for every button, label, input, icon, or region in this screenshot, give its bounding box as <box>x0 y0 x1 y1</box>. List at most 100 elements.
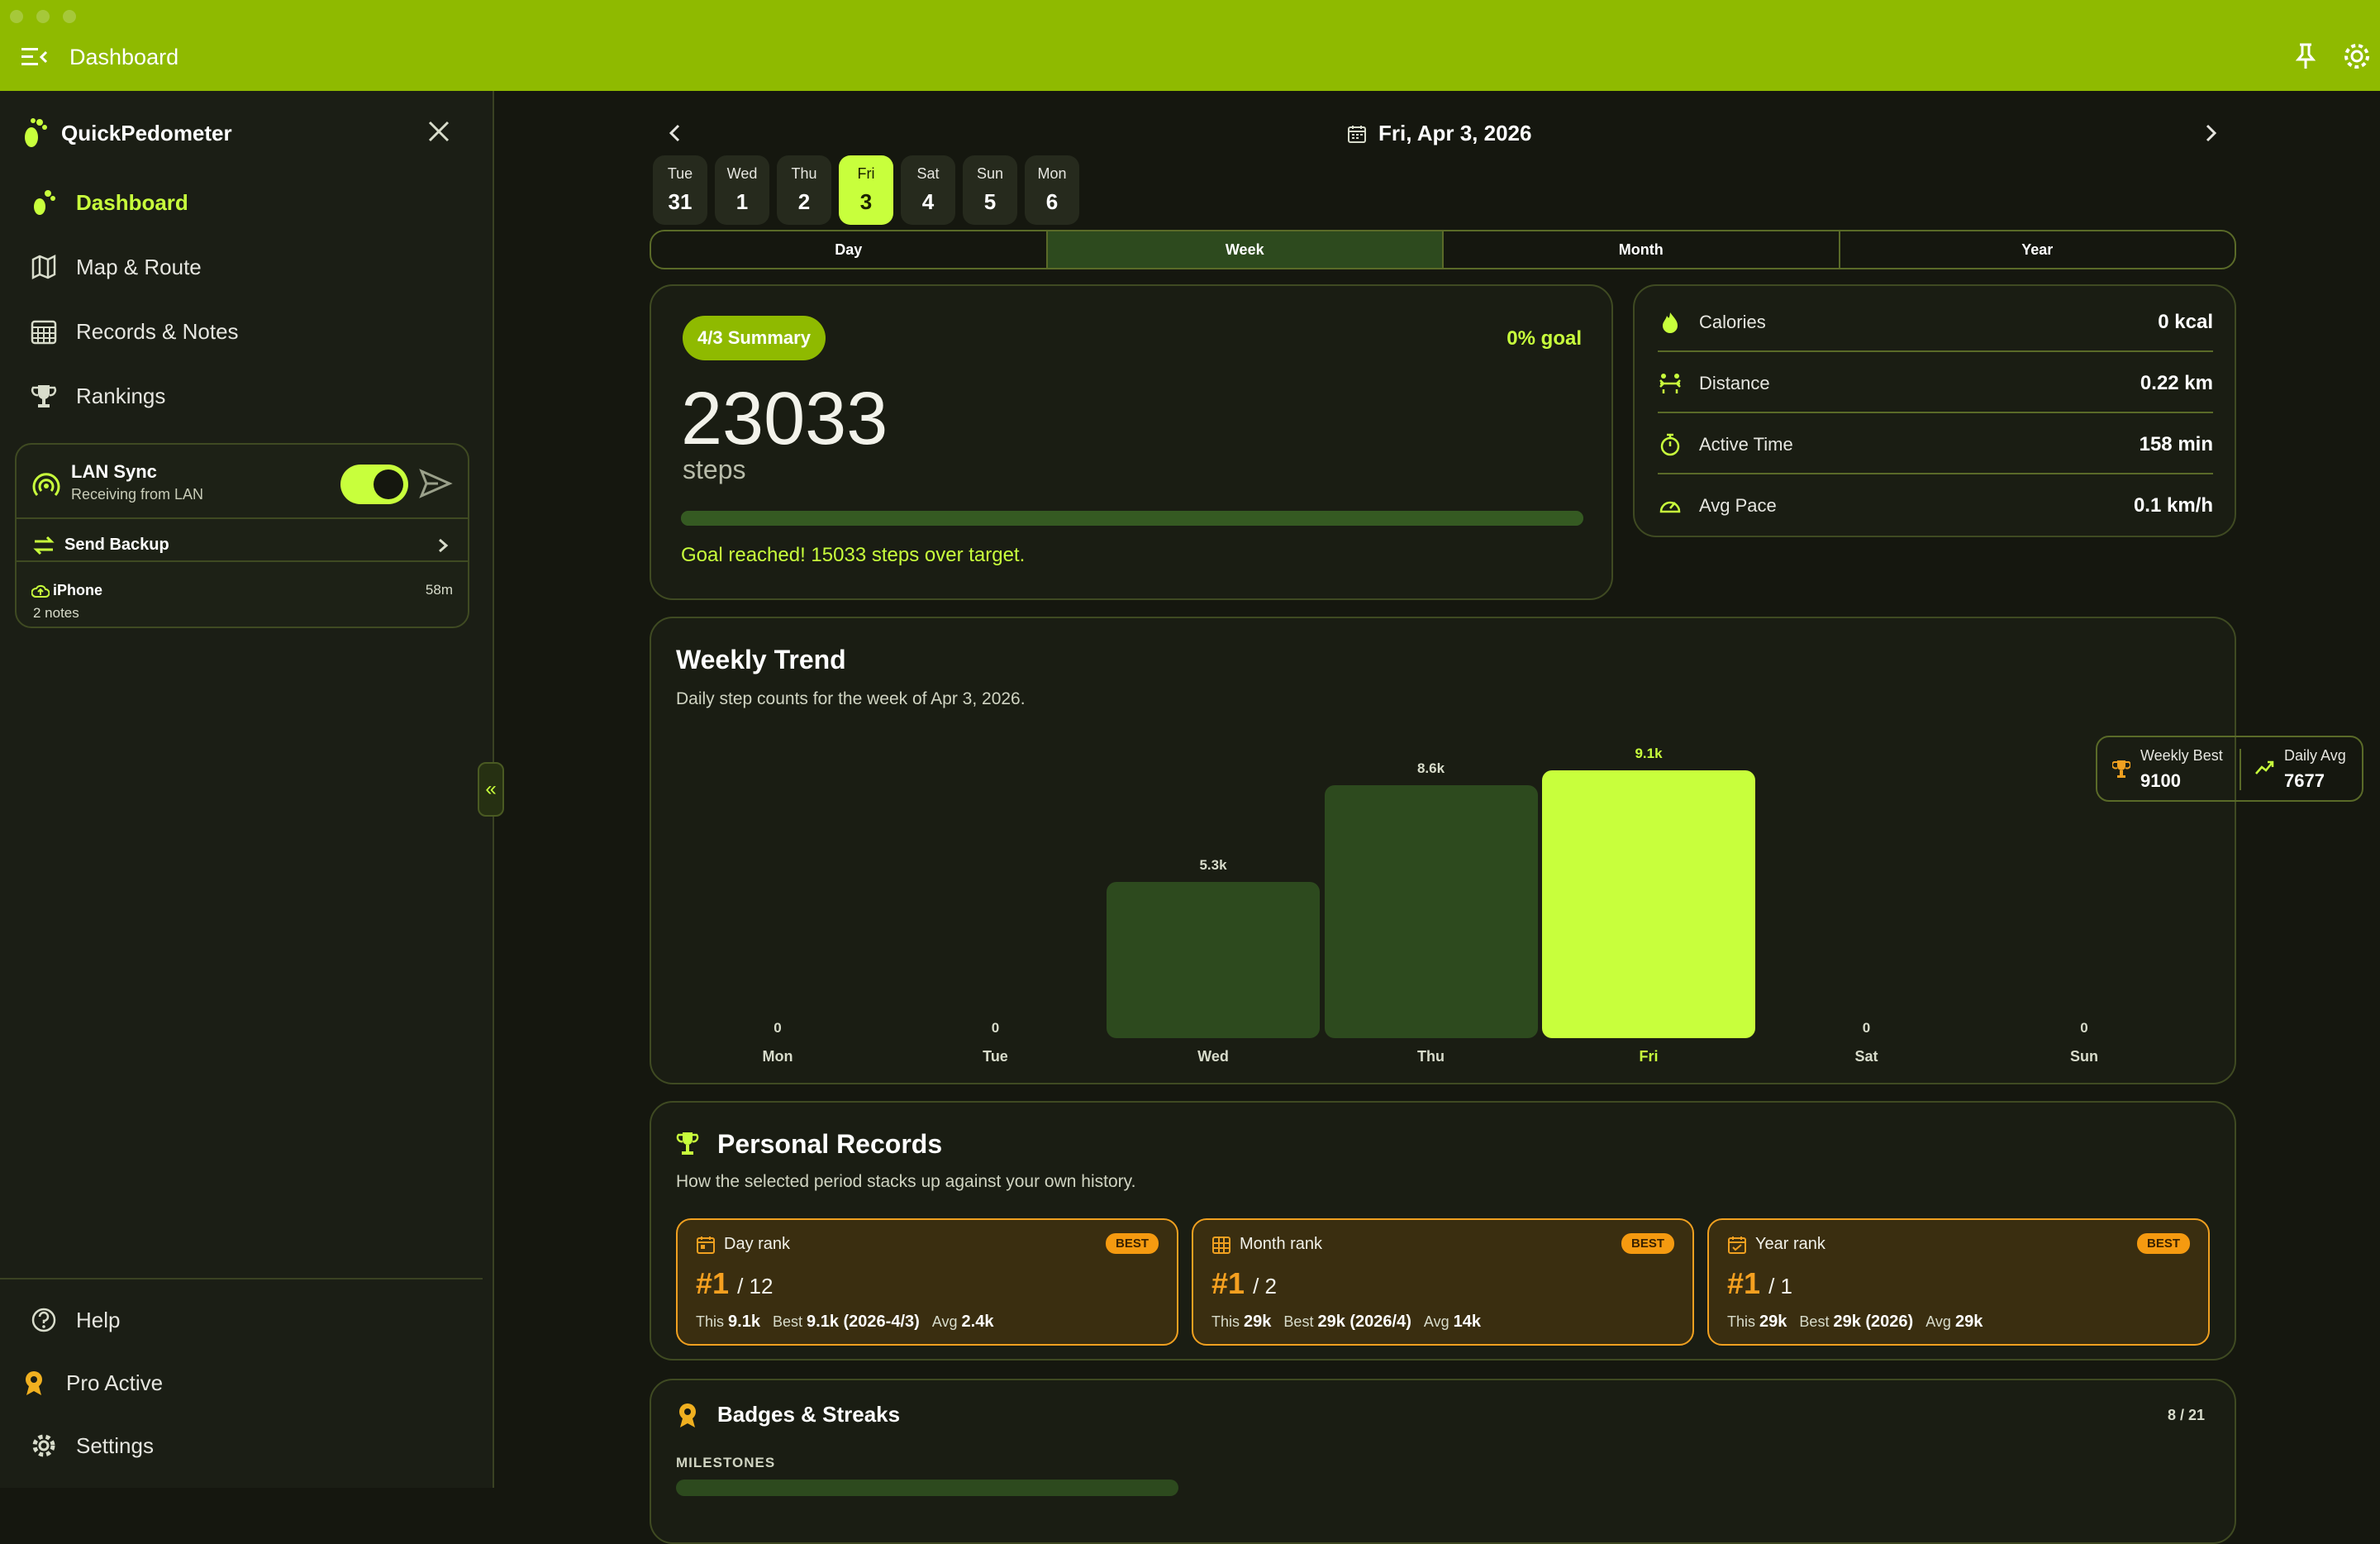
tab-month[interactable]: Month <box>1444 231 1840 268</box>
rank-number: #1 <box>696 1266 730 1300</box>
rank-title: Year rank <box>1755 1235 1825 1253</box>
device-time: 58m <box>425 582 453 598</box>
day-name: Mon <box>1037 165 1067 182</box>
avg-value: 29k <box>1954 1313 1983 1331</box>
nav-item-rankings[interactable]: Rankings <box>30 375 165 417</box>
day-chip-wed[interactable]: Wed 1 <box>715 155 769 225</box>
footprint-icon <box>25 118 47 147</box>
stat-avg-pace: Avg Pace 0.1 km/h <box>1658 476 2213 536</box>
rank-stats: This 29k Best 29k (2026) Avg 29k <box>1727 1313 1983 1332</box>
goal-message: Goal reached! 15033 steps over target. <box>681 544 1026 566</box>
tab-week[interactable]: Week <box>1047 231 1444 268</box>
best-badge: BEST <box>1105 1233 1159 1254</box>
day-name: Fri <box>857 165 875 182</box>
day-rank-card[interactable]: Day rank BEST #1 / 12 This 9.1k Best 9.1k (… <box>676 1218 1178 1346</box>
day-number: 2 <box>797 189 811 214</box>
send-backup-button[interactable]: Send Backup <box>64 536 169 555</box>
bar-value-label: 9.1k <box>1635 746 1663 761</box>
day-number: 6 <box>1045 189 1059 214</box>
speedometer-icon <box>1659 501 1681 513</box>
calendar-check-icon <box>1728 1237 1746 1254</box>
footprint-icon <box>34 190 55 215</box>
lan-sync-toggle[interactable] <box>340 465 408 504</box>
weekly-trend-title: Weekly Trend <box>676 645 846 674</box>
day-chip-sat[interactable]: Sat 4 <box>901 155 955 225</box>
day-chip-sun[interactable]: Sun 5 <box>963 155 1017 225</box>
tab-year[interactable]: Year <box>1840 231 2235 268</box>
nav-item-pro-active[interactable]: Pro Active <box>20 1362 163 1403</box>
calendar-icon <box>1348 125 1366 143</box>
year-rank-card[interactable]: Year rank BEST #1 / 1 This 29k Best 29k (20… <box>1707 1218 2210 1346</box>
step-unit: steps <box>683 455 746 484</box>
month-rank-card[interactable]: Month rank BEST #1 / 2 This 29k Best 29k (2… <box>1192 1218 1694 1346</box>
previous-day-icon[interactable] <box>663 121 688 145</box>
day-chip-tue[interactable]: Tue 31 <box>653 155 707 225</box>
gear-icon[interactable] <box>2342 41 2372 71</box>
x-axis-label: Sun <box>2070 1048 2098 1065</box>
lan-sync-status: Receiving from LAN <box>71 486 204 503</box>
nav-item-dashboard[interactable]: Dashboard <box>30 182 188 223</box>
day-chip-mon[interactable]: Mon 6 <box>1025 155 1079 225</box>
window-zoom-control[interactable] <box>63 10 76 23</box>
stat-label: Active Time <box>1699 434 1793 455</box>
pin-icon[interactable] <box>2291 41 2320 71</box>
date-header[interactable]: Fri, Apr 3, 2026 <box>1347 121 1531 146</box>
window-close-control[interactable] <box>10 10 23 23</box>
goal-progress-bar <box>681 511 1583 526</box>
next-day-icon[interactable] <box>2198 121 2223 145</box>
rank-stats: This 9.1k Best 9.1k (2026-4/3) Avg 2.4k <box>696 1313 993 1332</box>
x-axis-label: Tue <box>983 1048 1008 1065</box>
period-selector: Day Week Month Year <box>650 230 2236 269</box>
avg-label: Avg <box>1925 1313 1951 1330</box>
flame-icon <box>1663 312 1678 333</box>
nav-label: Dashboard <box>76 189 188 215</box>
nav-item-records-notes[interactable]: Records & Notes <box>30 311 239 352</box>
stat-calories: Calories 0 kcal <box>1658 293 2213 352</box>
best-label: Best <box>1799 1313 1830 1330</box>
nav-item-settings[interactable]: Settings <box>30 1425 154 1466</box>
bar-wed[interactable] <box>1107 882 1320 1038</box>
grid-icon <box>1212 1237 1230 1254</box>
cloud-upload-icon <box>31 584 50 598</box>
rank-total: / 2 <box>1253 1274 1277 1299</box>
calendar-icon <box>697 1237 715 1254</box>
trophy-icon <box>2112 760 2130 778</box>
rank-number: #1 <box>1727 1266 1761 1300</box>
day-chip-thu[interactable]: Thu 2 <box>777 155 831 225</box>
step-count: 23033 <box>681 378 888 460</box>
stopwatch-icon <box>1660 433 1680 456</box>
weekly-best-value: 9100 <box>2140 770 2181 791</box>
divider <box>1658 350 2213 352</box>
this-value: 29k <box>1759 1313 1787 1331</box>
help-icon <box>31 1308 56 1332</box>
divider <box>0 1278 483 1280</box>
stat-label: Calories <box>1699 312 1766 332</box>
broadcast-icon <box>32 473 60 497</box>
rank-total: / 1 <box>1768 1274 1792 1299</box>
chevron-right-icon[interactable] <box>436 537 450 554</box>
best-badge: BEST <box>2136 1233 2190 1254</box>
this-label: This <box>696 1313 725 1330</box>
x-axis-label: Fri <box>1639 1048 1659 1065</box>
bar-value-label: 0 <box>991 1020 1000 1036</box>
bar-value-label: 0 <box>774 1020 782 1036</box>
nav-label: Records & Notes <box>76 318 239 344</box>
nav-item-help[interactable]: Help <box>30 1299 120 1341</box>
rank-value: #1 / 1 <box>1727 1266 1792 1301</box>
day-name: Sat <box>916 165 940 182</box>
bar-fri[interactable] <box>1542 770 1755 1038</box>
tab-day[interactable]: Day <box>651 231 1048 268</box>
rank-total: / 12 <box>737 1274 774 1299</box>
nav-item-map-route[interactable]: Map & Route <box>30 246 202 288</box>
x-axis-label: Thu <box>1417 1048 1445 1065</box>
day-chip-fri[interactable]: Fri 3 <box>839 155 893 225</box>
send-icon[interactable] <box>418 466 453 501</box>
close-icon[interactable] <box>423 116 455 147</box>
sidebar-toggle-icon[interactable] <box>21 46 48 68</box>
goal-progress-fill <box>681 511 1583 526</box>
window-minimize-control[interactable] <box>36 10 50 23</box>
stat-value: 0.1 km/h <box>2133 494 2213 517</box>
day-number: 5 <box>983 189 997 214</box>
collapse-sidebar-button[interactable]: « <box>478 762 504 817</box>
bar-thu[interactable] <box>1324 784 1538 1038</box>
